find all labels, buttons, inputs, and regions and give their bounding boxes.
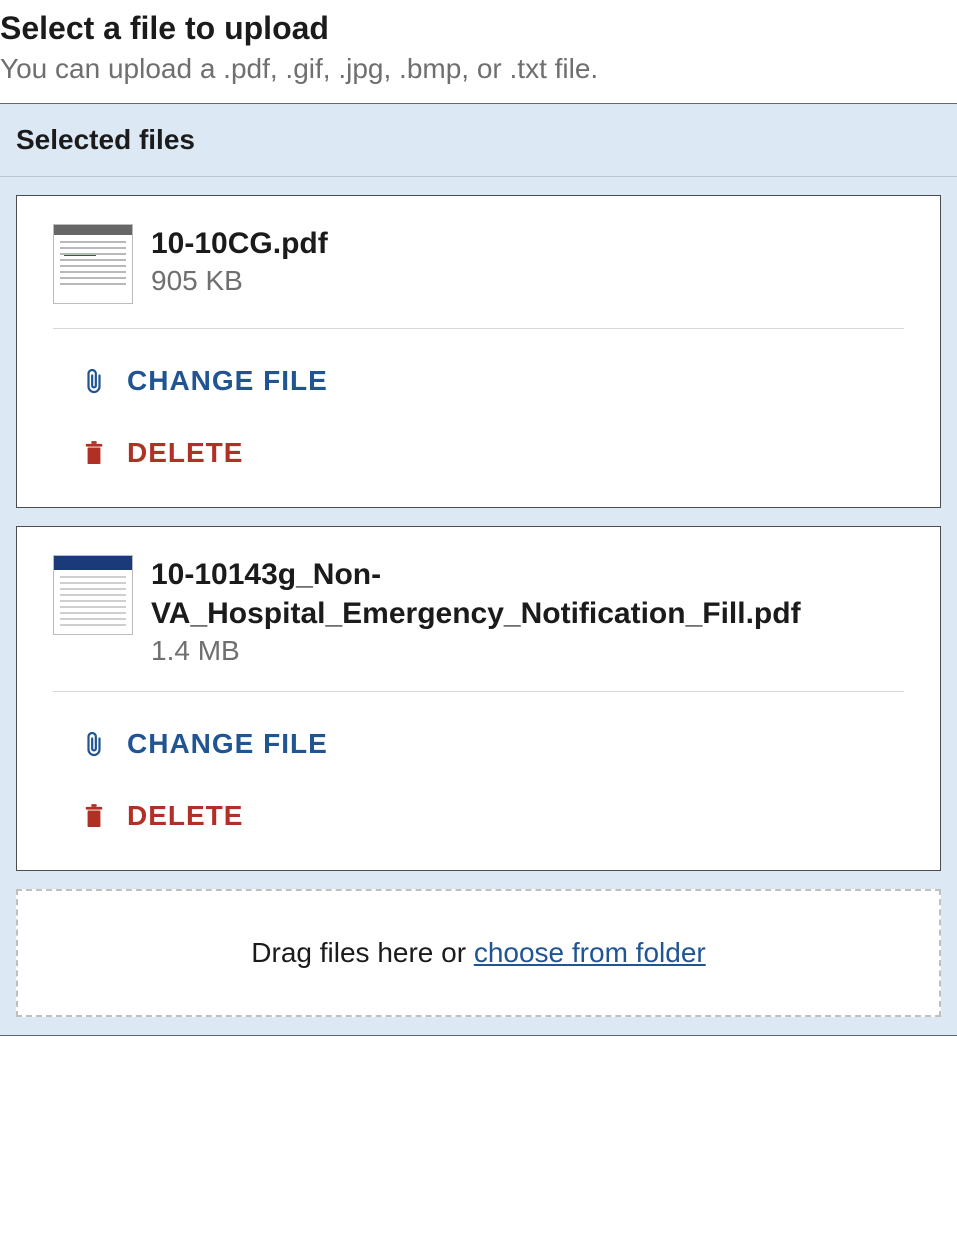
delete-file-label: DELETE xyxy=(127,800,243,832)
file-meta: 10-10CG.pdf 905 KB xyxy=(151,224,328,297)
paperclip-icon xyxy=(83,729,105,759)
file-size: 1.4 MB xyxy=(151,635,904,667)
file-name: 10-10143g_Non-VA_Hospital_Emergency_Noti… xyxy=(151,555,904,633)
file-card: 10-10CG.pdf 905 KB CHANGE FILE xyxy=(16,195,941,508)
delete-file-button[interactable]: DELETE xyxy=(83,800,243,832)
change-file-button[interactable]: CHANGE FILE xyxy=(83,365,328,397)
upload-title: Select a file to upload xyxy=(0,10,957,47)
dropzone[interactable]: Drag files here or choose from folder xyxy=(16,889,941,1017)
file-meta: 10-10143g_Non-VA_Hospital_Emergency_Noti… xyxy=(151,555,904,667)
paperclip-icon xyxy=(83,366,105,396)
dropzone-text: Drag files here or xyxy=(251,937,474,968)
change-file-button[interactable]: CHANGE FILE xyxy=(83,728,328,760)
delete-file-label: DELETE xyxy=(127,437,243,469)
file-actions: CHANGE FILE DELETE xyxy=(53,692,904,832)
change-file-label: CHANGE FILE xyxy=(127,728,328,760)
file-name: 10-10CG.pdf xyxy=(151,224,328,263)
upload-intro: Select a file to upload You can upload a… xyxy=(0,0,957,103)
file-thumbnail xyxy=(53,555,133,635)
file-actions: CHANGE FILE DELETE xyxy=(53,329,904,469)
file-thumbnail xyxy=(53,224,133,304)
file-head: 10-10CG.pdf 905 KB xyxy=(53,224,904,329)
file-card: 10-10143g_Non-VA_Hospital_Emergency_Noti… xyxy=(16,526,941,871)
file-size: 905 KB xyxy=(151,265,328,297)
trash-icon xyxy=(83,802,105,830)
selected-files-panel: Selected files 10-10CG.pdf 905 KB CHANGE… xyxy=(0,103,957,1036)
file-head: 10-10143g_Non-VA_Hospital_Emergency_Noti… xyxy=(53,555,904,692)
selected-files-header: Selected files xyxy=(0,104,957,177)
trash-icon xyxy=(83,439,105,467)
delete-file-button[interactable]: DELETE xyxy=(83,437,243,469)
change-file-label: CHANGE FILE xyxy=(127,365,328,397)
choose-from-folder-link[interactable]: choose from folder xyxy=(474,937,706,968)
upload-subtitle: You can upload a .pdf, .gif, .jpg, .bmp,… xyxy=(0,53,957,85)
